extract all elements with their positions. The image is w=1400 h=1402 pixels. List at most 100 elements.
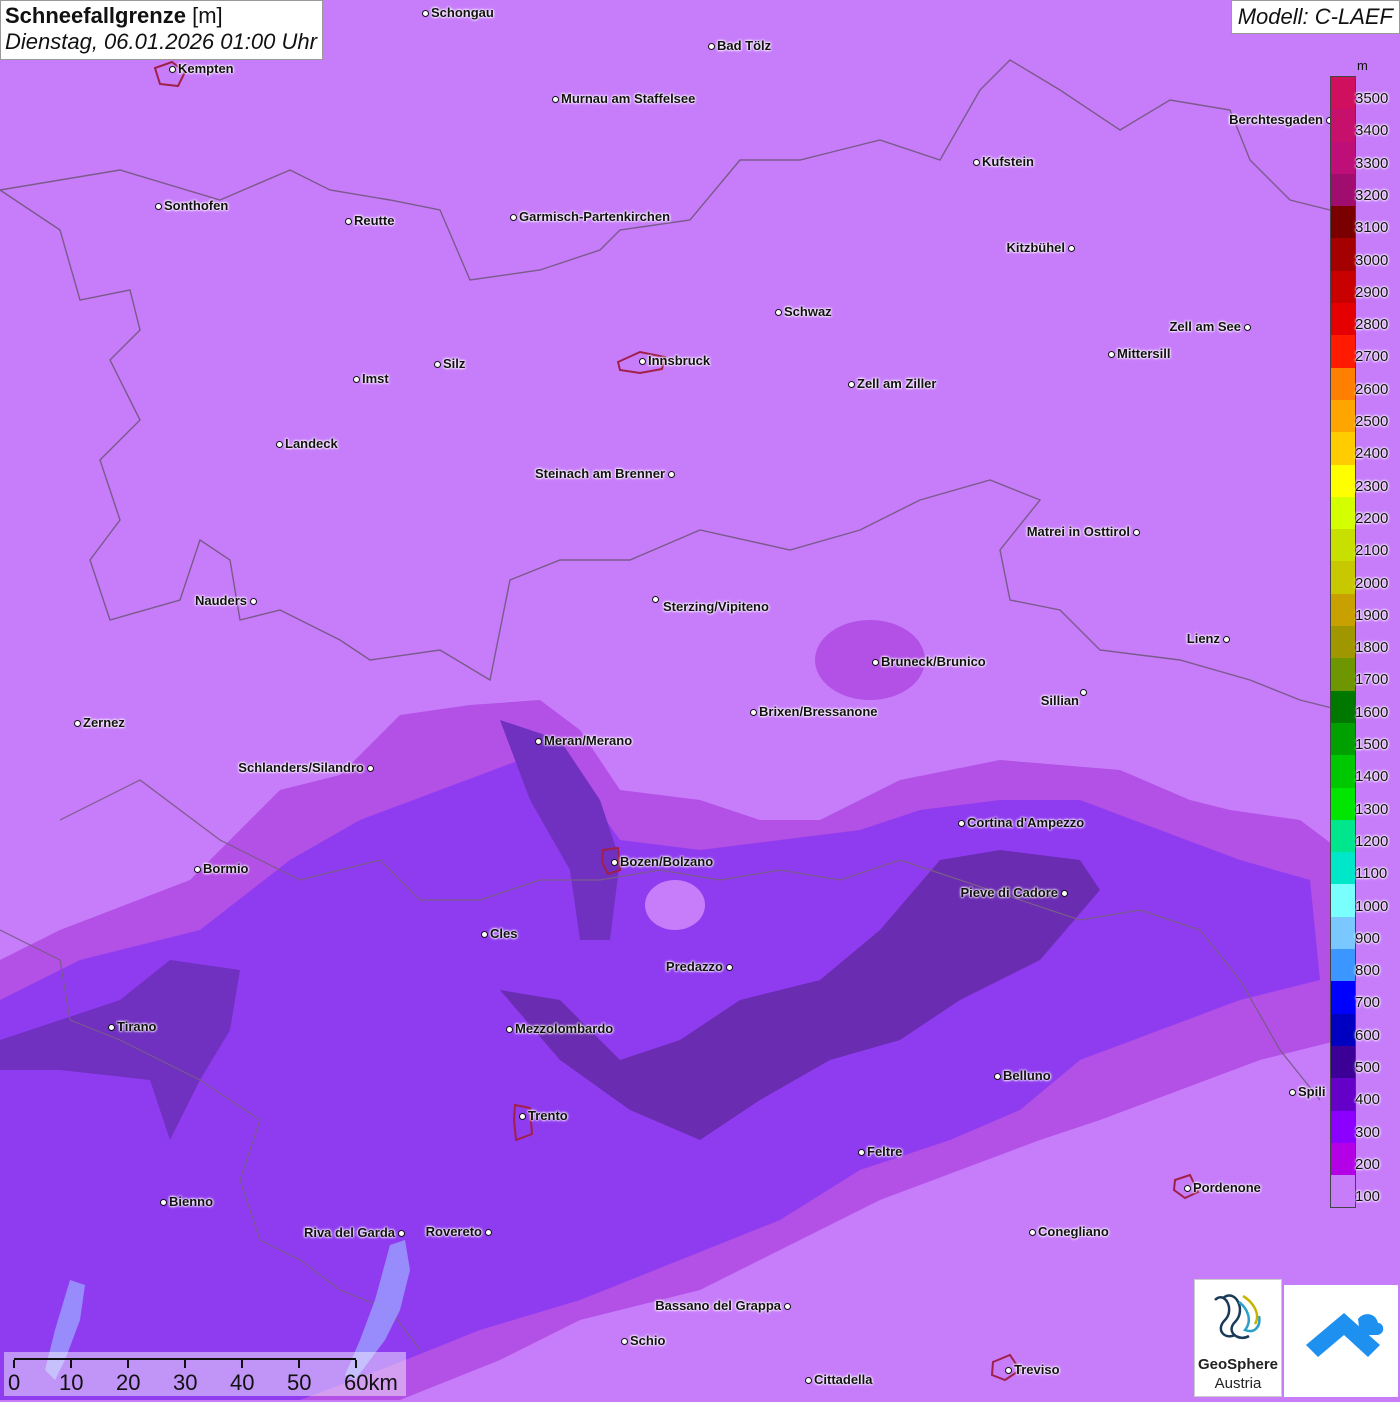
city-marker[interactable] — [1067, 244, 1075, 252]
city-label[interactable]: Schongau — [431, 6, 494, 20]
city-label[interactable]: Kempten — [178, 62, 234, 76]
city-marker[interactable] — [1028, 1228, 1036, 1236]
city-marker[interactable] — [1079, 688, 1087, 696]
city-marker[interactable] — [480, 930, 488, 938]
city-marker[interactable] — [352, 375, 360, 383]
city-label[interactable]: Schio — [630, 1334, 665, 1348]
city-marker[interactable] — [1132, 528, 1140, 536]
city-marker[interactable] — [651, 595, 659, 603]
city-label[interactable]: Cittadella — [814, 1373, 873, 1387]
city-label[interactable]: Pordenone — [1193, 1181, 1261, 1195]
city-label[interactable]: Belluno — [1003, 1069, 1051, 1083]
city-marker[interactable] — [847, 380, 855, 388]
geosphere-logo[interactable]: GeoSphere Austria — [1194, 1279, 1282, 1397]
city-label[interactable]: Treviso — [1014, 1363, 1060, 1377]
city-label[interactable]: Bad Tölz — [717, 39, 771, 53]
city-label[interactable]: Riva del Garda — [304, 1226, 395, 1240]
city-label[interactable]: Pieve di Cadore — [960, 886, 1058, 900]
city-marker[interactable] — [534, 737, 542, 745]
city-label[interactable]: Sonthofen — [164, 199, 228, 213]
city-marker[interactable] — [551, 95, 559, 103]
city-marker[interactable] — [366, 764, 374, 772]
city-marker[interactable] — [857, 1148, 865, 1156]
city-marker[interactable] — [505, 1025, 513, 1033]
city-marker[interactable] — [725, 963, 733, 971]
city-label[interactable]: Bormio — [203, 862, 249, 876]
city-label[interactable]: Rovereto — [426, 1225, 482, 1239]
city-marker[interactable] — [433, 360, 441, 368]
city-label[interactable]: Predazzo — [666, 960, 723, 974]
city-marker[interactable] — [871, 658, 879, 666]
city-marker[interactable] — [620, 1337, 628, 1345]
city-label[interactable]: Bassano del Grappa — [655, 1299, 781, 1313]
city-marker[interactable] — [107, 1023, 115, 1031]
city-label[interactable]: Trento — [528, 1109, 568, 1123]
city-label[interactable]: Schwaz — [784, 305, 832, 319]
city-label[interactable]: Sterzing/Vipiteno — [663, 600, 769, 614]
city-label[interactable]: Bienno — [169, 1195, 213, 1209]
city-marker[interactable] — [249, 597, 257, 605]
city-marker[interactable] — [1222, 635, 1230, 643]
city-marker[interactable] — [1060, 889, 1068, 897]
city-marker[interactable] — [421, 9, 429, 17]
city-label[interactable]: Kitzbühel — [1007, 241, 1066, 255]
city-label[interactable]: Lienz — [1187, 632, 1220, 646]
city-marker[interactable] — [804, 1376, 812, 1384]
city-marker[interactable] — [749, 708, 757, 716]
city-marker[interactable] — [154, 202, 162, 210]
city-label[interactable]: Meran/Merano — [544, 734, 632, 748]
city-label[interactable]: Mezzolombardo — [515, 1022, 613, 1036]
city-marker[interactable] — [168, 65, 176, 73]
city-label[interactable]: Bozen/Bolzano — [620, 855, 713, 869]
city-marker[interactable] — [159, 1198, 167, 1206]
city-marker[interactable] — [509, 213, 517, 221]
city-label[interactable]: Mittersill — [1117, 347, 1170, 361]
city-marker[interactable] — [610, 858, 618, 866]
city-marker[interactable] — [275, 440, 283, 448]
city-marker[interactable] — [783, 1302, 791, 1310]
city-label[interactable]: Cortina d'Ampezzo — [967, 816, 1084, 830]
city-label[interactable]: Nauders — [195, 594, 247, 608]
city-marker[interactable] — [344, 217, 352, 225]
city-marker[interactable] — [1243, 323, 1251, 331]
city-label[interactable]: Feltre — [867, 1145, 902, 1159]
city-label[interactable]: Conegliano — [1038, 1225, 1109, 1239]
city-label[interactable]: Imst — [362, 372, 389, 386]
city-marker[interactable] — [1107, 350, 1115, 358]
city-marker[interactable] — [1183, 1184, 1191, 1192]
city-marker[interactable] — [957, 819, 965, 827]
city-label[interactable]: Berchtesgaden — [1229, 113, 1323, 127]
city-marker[interactable] — [73, 719, 81, 727]
city-label[interactable]: Silz — [443, 357, 465, 371]
city-marker[interactable] — [193, 865, 201, 873]
city-marker[interactable] — [993, 1072, 1001, 1080]
city-label[interactable]: Tirano — [117, 1020, 157, 1034]
city-label[interactable]: Sillian — [1041, 694, 1079, 708]
city-marker[interactable] — [1288, 1088, 1296, 1096]
city-label[interactable]: Spili — [1298, 1085, 1325, 1099]
city-label[interactable]: Matrei in Osttirol — [1027, 525, 1130, 539]
city-label[interactable]: Zell am Ziller — [857, 377, 936, 391]
city-label[interactable]: Zernez — [83, 716, 125, 730]
city-marker[interactable] — [972, 158, 980, 166]
city-label[interactable]: Innsbruck — [648, 354, 710, 368]
city-label[interactable]: Murnau am Staffelsee — [561, 92, 695, 106]
city-label[interactable]: Landeck — [285, 437, 338, 451]
city-marker[interactable] — [518, 1112, 526, 1120]
city-marker[interactable] — [774, 308, 782, 316]
city-label[interactable]: Reutte — [354, 214, 394, 228]
city-label[interactable]: Zell am See — [1169, 320, 1241, 334]
city-label[interactable]: Steinach am Brenner — [535, 467, 665, 481]
city-marker[interactable] — [484, 1228, 492, 1236]
weather-app-logo[interactable] — [1284, 1285, 1398, 1397]
city-marker[interactable] — [707, 42, 715, 50]
city-label[interactable]: Bruneck/Brunico — [881, 655, 986, 669]
city-label[interactable]: Schlanders/Silandro — [238, 761, 364, 775]
city-label[interactable]: Brixen/Bressanone — [759, 705, 878, 719]
city-marker[interactable] — [397, 1229, 405, 1237]
city-label[interactable]: Kufstein — [982, 155, 1034, 169]
city-marker[interactable] — [1004, 1366, 1012, 1374]
city-marker[interactable] — [667, 470, 675, 478]
city-label[interactable]: Garmisch-Partenkirchen — [519, 210, 670, 224]
city-marker[interactable] — [638, 357, 646, 365]
